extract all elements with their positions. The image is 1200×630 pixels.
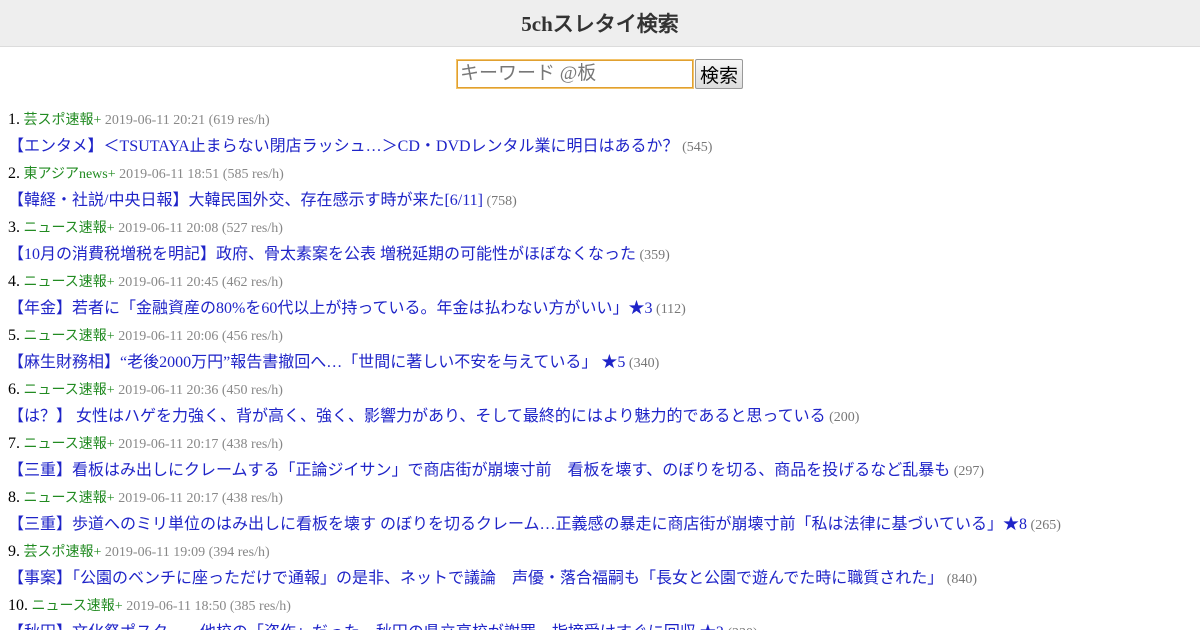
thread-rank: 8.: [8, 489, 20, 506]
thread-date: 2019-06-11 20:36 (450 res/h): [114, 383, 283, 398]
thread-meta: 10. ニュース速報+ 2019-06-11 18:50 (385 res/h): [8, 593, 1200, 619]
thread-res-count: (230): [724, 626, 757, 630]
thread-item: 7. ニュース速報+ 2019-06-11 20:17 (438 res/h) 【…: [8, 431, 1200, 485]
thread-title-line: 【は？】 女性はハゲを力強く、背が高く、強く、影響力があり、そして最終的にはより…: [8, 403, 1200, 431]
search-button[interactable]: 検索: [694, 59, 743, 89]
board-link[interactable]: ニュース速報+: [24, 275, 115, 290]
thread-item: 5. ニュース速報+ 2019-06-11 20:06 (456 res/h) 【…: [8, 323, 1200, 377]
thread-title-link[interactable]: 【韓経・社説/中央日報】大韓民国外交、存在感示す時が来た[6/11]: [8, 192, 483, 209]
thread-res-count: (265): [1027, 518, 1061, 533]
thread-date: 2019-06-11 20:06 (456 res/h): [114, 329, 283, 344]
thread-title-line: 【麻生財務相】“老後2000万円”報告書撤回へ…「世間に著しい不安を与えている」…: [8, 349, 1200, 377]
thread-meta: 7. ニュース速報+ 2019-06-11 20:17 (438 res/h): [8, 431, 1200, 457]
thread-title-line: 【韓経・社説/中央日報】大韓民国外交、存在感示す時が来た[6/11] (758): [8, 187, 1200, 215]
thread-title-link[interactable]: 【年金】若者に「金融資産の80%を60代以上が持っている。年金は払わない方がいい…: [8, 300, 653, 317]
thread-meta: 3. ニュース速報+ 2019-06-11 20:08 (527 res/h): [8, 215, 1200, 241]
thread-title-line: 【三重】看板はみ出しにクレームする「正論ジイサン」で商店街が崩壊寸前 看板を壊す…: [8, 457, 1200, 485]
thread-title-line: 【秋田】文化祭ポスター、他校の「盗作」だった 秋田の県立高校が謝罪 指摘受けすぐ…: [8, 619, 1200, 630]
thread-res-count: (545): [678, 140, 713, 155]
thread-date: 2019-06-11 18:51 (585 res/h): [115, 167, 284, 182]
thread-meta: 2. 東アジアnews+ 2019-06-11 18:51 (585 res/h…: [8, 161, 1200, 187]
board-link[interactable]: ニュース速報+: [32, 599, 123, 614]
thread-date: 2019-06-11 20:17 (438 res/h): [114, 491, 283, 506]
header-bar: 5chスレタイ検索: [0, 0, 1200, 47]
thread-rank: 4.: [8, 273, 20, 290]
thread-rank: 3.: [8, 219, 20, 236]
board-link[interactable]: ニュース速報+: [24, 383, 115, 398]
thread-rank: 10.: [8, 597, 28, 614]
thread-title-link[interactable]: 【エンタメ】＜TSUTAYA止まらない閉店ラッシュ…＞CD・DVDレンタル業に明…: [8, 138, 679, 155]
thread-meta: 5. ニュース速報+ 2019-06-11 20:06 (456 res/h): [8, 323, 1200, 349]
thread-meta: 4. ニュース速報+ 2019-06-11 20:45 (462 res/h): [8, 269, 1200, 295]
thread-title-link[interactable]: 【三重】看板はみ出しにクレームする「正論ジイサン」で商店街が崩壊寸前 看板を壊す…: [8, 462, 950, 479]
thread-title-link[interactable]: 【事案】「公園のベンチに座っただけで通報」の是非、ネットで議論 声優・落合福嗣も…: [8, 570, 943, 587]
thread-rank: 6.: [8, 381, 20, 398]
thread-item: 9. 芸スポ速報+ 2019-06-11 19:09 (394 res/h) 【事…: [8, 539, 1200, 593]
thread-item: 6. ニュース速報+ 2019-06-11 20:36 (450 res/h) 【…: [8, 377, 1200, 431]
thread-date: 2019-06-11 19:09 (394 res/h): [101, 545, 270, 560]
thread-title-link[interactable]: 【は？】 女性はハゲを力強く、背が高く、強く、影響力があり、そして最終的にはより…: [8, 408, 826, 425]
thread-date: 2019-06-11 20:08 (527 res/h): [114, 221, 283, 236]
thread-title-link[interactable]: 【10月の消費税増税を明記】政府、骨太素案を公表 増税延期の可能性がほぼなくなっ…: [8, 246, 636, 263]
board-link[interactable]: 芸スポ速報+: [24, 545, 102, 560]
thread-rank: 5.: [8, 327, 20, 344]
board-link[interactable]: ニュース速報+: [24, 221, 115, 236]
thread-item: 1. 芸スポ速報+ 2019-06-11 20:21 (619 res/h) 【エ…: [8, 107, 1200, 161]
thread-res-count: (200): [825, 410, 860, 425]
thread-title-line: 【年金】若者に「金融資産の80%を60代以上が持っている。年金は払わない方がいい…: [8, 295, 1200, 323]
thread-list: 1. 芸スポ速報+ 2019-06-11 20:21 (619 res/h) 【エ…: [0, 107, 1200, 630]
board-link[interactable]: 東アジアnews+: [24, 167, 116, 182]
search-input[interactable]: [455, 59, 694, 89]
thread-res-count: (758): [482, 194, 517, 209]
thread-date: 2019-06-11 18:50 (385 res/h): [122, 599, 291, 614]
board-link[interactable]: ニュース速報+: [24, 437, 115, 452]
thread-meta: 6. ニュース速報+ 2019-06-11 20:36 (450 res/h): [8, 377, 1200, 403]
thread-item: 8. ニュース速報+ 2019-06-11 20:17 (438 res/h) 【…: [8, 485, 1200, 539]
board-link[interactable]: ニュース速報+: [24, 329, 115, 344]
thread-rank: 1.: [8, 111, 20, 128]
thread-res-count: (297): [950, 464, 985, 479]
thread-rank: 7.: [8, 435, 20, 452]
thread-item: 3. ニュース速報+ 2019-06-11 20:08 (527 res/h) 【…: [8, 215, 1200, 269]
thread-title-line: 【三重】歩道へのミリ単位のはみ出しに看板を壊す のぼりを切るクレーム…正義感の暴…: [8, 511, 1200, 539]
board-link[interactable]: 芸スポ速報+: [24, 113, 102, 128]
thread-item: 10. ニュース速報+ 2019-06-11 18:50 (385 res/h)…: [8, 593, 1200, 630]
thread-meta: 8. ニュース速報+ 2019-06-11 20:17 (438 res/h): [8, 485, 1200, 511]
thread-title-line: 【エンタメ】＜TSUTAYA止まらない閉店ラッシュ…＞CD・DVDレンタル業に明…: [8, 133, 1200, 161]
thread-res-count: (112): [652, 302, 686, 317]
search-form: 検索: [0, 59, 1200, 89]
thread-date: 2019-06-11 20:21 (619 res/h): [101, 113, 270, 128]
thread-title-link[interactable]: 【秋田】文化祭ポスター、他校の「盗作」だった 秋田の県立高校が謝罪 指摘受けすぐ…: [8, 624, 724, 630]
thread-title-link[interactable]: 【麻生財務相】“老後2000万円”報告書撤回へ…「世間に著しい不安を与えている」…: [8, 354, 625, 371]
thread-date: 2019-06-11 20:45 (462 res/h): [114, 275, 283, 290]
page-title: 5chスレタイ検索: [521, 12, 679, 36]
thread-item: 4. ニュース速報+ 2019-06-11 20:45 (462 res/h) 【…: [8, 269, 1200, 323]
thread-item: 2. 東アジアnews+ 2019-06-11 18:51 (585 res/h…: [8, 161, 1200, 215]
board-link[interactable]: ニュース速報+: [24, 491, 115, 506]
thread-title-line: 【事案】「公園のベンチに座っただけで通報」の是非、ネットで議論 声優・落合福嗣も…: [8, 565, 1200, 593]
thread-title-line: 【10月の消費税増税を明記】政府、骨太素案を公表 増税延期の可能性がほぼなくなっ…: [8, 241, 1200, 269]
thread-rank: 9.: [8, 543, 20, 560]
thread-date: 2019-06-11 20:17 (438 res/h): [114, 437, 283, 452]
thread-res-count: (840): [943, 572, 978, 587]
thread-title-link[interactable]: 【三重】歩道へのミリ単位のはみ出しに看板を壊す のぼりを切るクレーム…正義感の暴…: [8, 516, 1027, 533]
thread-meta: 1. 芸スポ速報+ 2019-06-11 20:21 (619 res/h): [8, 107, 1200, 133]
thread-meta: 9. 芸スポ速報+ 2019-06-11 19:09 (394 res/h): [8, 539, 1200, 565]
thread-rank: 2.: [8, 165, 20, 182]
thread-res-count: (359): [636, 248, 670, 263]
thread-res-count: (340): [625, 356, 660, 371]
